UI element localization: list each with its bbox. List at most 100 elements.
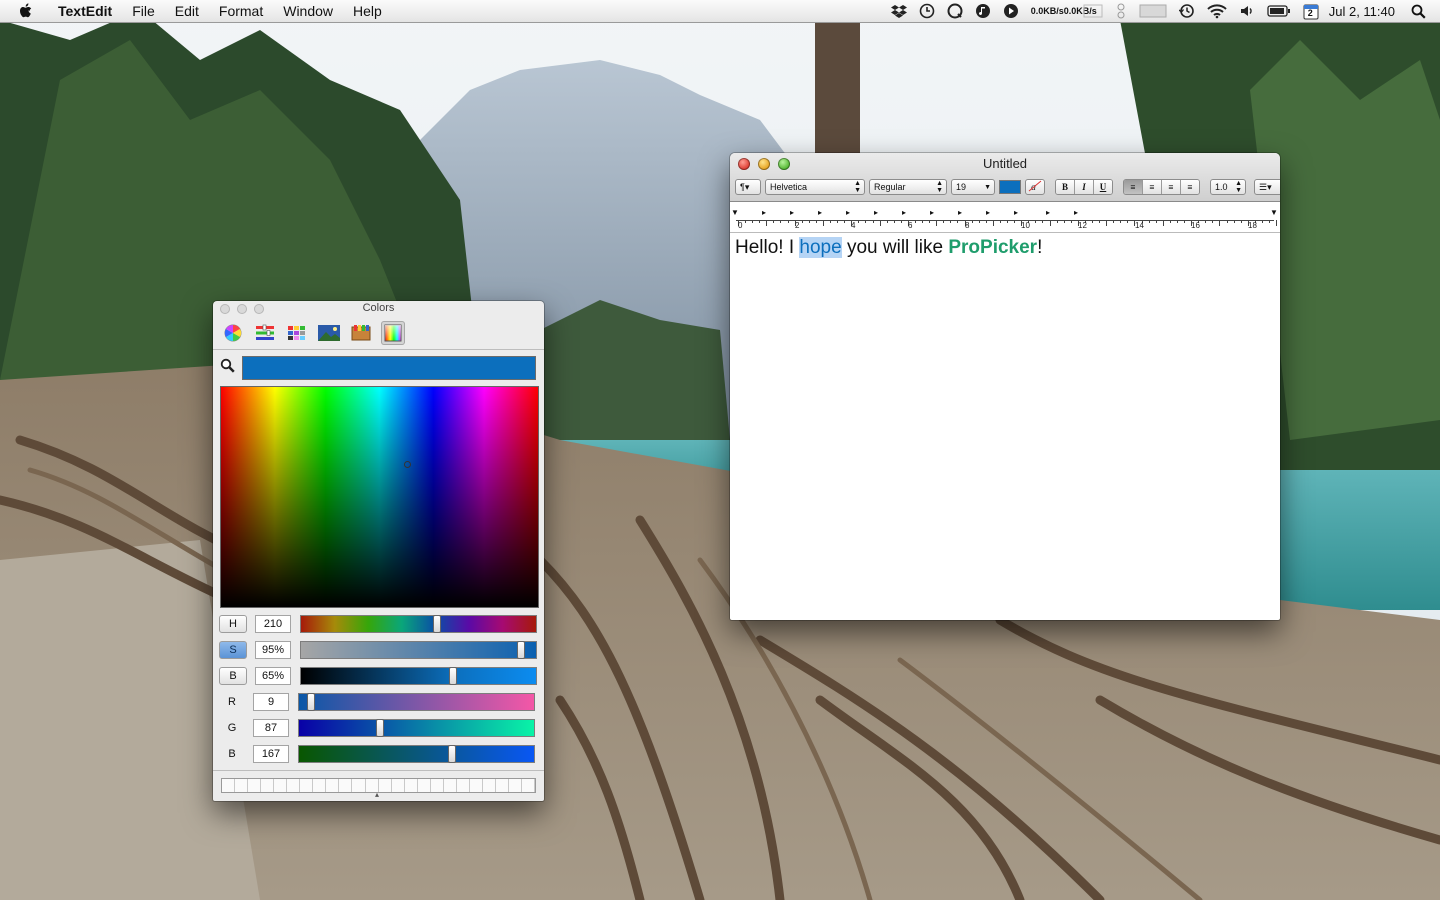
tab-stop-icon[interactable]: ▸ xyxy=(874,208,878,217)
brightness-slider[interactable] xyxy=(300,667,537,685)
swatch-slot[interactable] xyxy=(522,779,536,792)
line-spacing-popup[interactable]: 1.0 ▲ ▼ xyxy=(1210,179,1246,195)
tab-stop-icon[interactable]: ▸ xyxy=(762,208,766,217)
saturation-value-field[interactable]: 95% xyxy=(255,641,291,659)
saturation-slider-thumb[interactable] xyxy=(517,641,525,659)
swatch-slot[interactable] xyxy=(287,779,301,792)
tab-stop-icon[interactable]: ▸ xyxy=(902,208,906,217)
swatch-slot[interactable] xyxy=(496,779,510,792)
red-slider[interactable] xyxy=(298,693,535,711)
tab-stop-icon[interactable]: ▸ xyxy=(846,208,850,217)
color-sliders-tab[interactable] xyxy=(253,321,277,345)
swatch-slot[interactable] xyxy=(248,779,262,792)
font-style-popup[interactable]: Regular ▲ ▼ xyxy=(869,179,947,195)
swatch-slot[interactable] xyxy=(313,779,327,792)
hue-slider-thumb[interactable] xyxy=(433,615,441,633)
time-machine-icon[interactable] xyxy=(1178,3,1195,19)
tab-stop-icon[interactable]: ▸ xyxy=(986,208,990,217)
font-family-popup[interactable]: Helvetica ▲ ▼ xyxy=(765,179,865,195)
align-justify-button[interactable]: ≡ xyxy=(1181,180,1199,194)
bold-button[interactable]: B xyxy=(1056,180,1075,194)
tab-stop-icon[interactable]: ▸ xyxy=(818,208,822,217)
swatch-slot[interactable] xyxy=(326,779,340,792)
menu-help[interactable]: Help xyxy=(343,0,392,22)
italic-button[interactable]: I xyxy=(1075,180,1094,194)
wifi-icon[interactable] xyxy=(1207,3,1227,19)
color-palettes-tab[interactable] xyxy=(285,321,309,345)
hue-value-field[interactable]: 210 xyxy=(255,615,291,633)
highlight-color-button[interactable]: a xyxy=(1025,179,1045,195)
blue-slider[interactable] xyxy=(298,745,535,763)
magnifier-icon[interactable] xyxy=(220,358,235,376)
swatch-slot[interactable] xyxy=(405,779,418,792)
document-text-area[interactable]: Hello! I hope you will like ProPicker! xyxy=(730,233,1280,263)
spectrum-cursor[interactable] xyxy=(404,461,411,468)
swatch-slot[interactable] xyxy=(483,779,496,792)
font-size-field[interactable]: 19 ▼ xyxy=(951,179,995,195)
color-wheel-tab[interactable] xyxy=(221,321,245,345)
swatch-slot[interactable] xyxy=(352,779,366,792)
apple-menu-icon[interactable] xyxy=(18,2,34,20)
red-slider-thumb[interactable] xyxy=(307,693,315,711)
display-meter-icon[interactable] xyxy=(1139,3,1167,19)
tab-stop-icon[interactable]: ▸ xyxy=(930,208,934,217)
quicksilver-icon[interactable] xyxy=(947,3,963,19)
list-bullets-popup[interactable]: ☰▾ xyxy=(1254,179,1280,195)
image-palettes-tab[interactable] xyxy=(317,321,341,345)
crayons-tab[interactable] xyxy=(349,321,373,345)
swatch-slot[interactable] xyxy=(274,779,288,792)
tab-stop-icon[interactable]: ▸ xyxy=(1074,208,1078,217)
swatch-slot[interactable] xyxy=(392,779,405,792)
music-icon[interactable] xyxy=(975,3,991,19)
brightness-label-button[interactable]: B xyxy=(219,667,247,685)
battery-icon[interactable] xyxy=(1267,4,1291,18)
swatch-slot[interactable] xyxy=(457,779,470,792)
swatch-slot[interactable] xyxy=(300,779,314,792)
blue-slider-thumb[interactable] xyxy=(448,745,456,763)
saturation-slider[interactable] xyxy=(300,641,537,659)
drawer-grip-icon[interactable]: ▴ xyxy=(375,790,379,799)
menu-app-name[interactable]: TextEdit xyxy=(48,0,122,22)
spectrum-tab[interactable] xyxy=(381,321,405,345)
green-value-field[interactable]: 87 xyxy=(253,719,289,737)
red-value-field[interactable]: 9 xyxy=(253,693,289,711)
calendar-icon[interactable]: 2 xyxy=(1303,3,1319,20)
dropbox-icon[interactable] xyxy=(890,4,907,18)
right-margin-marker-icon[interactable]: ▼ xyxy=(1270,208,1278,217)
memory-meter-icon[interactable] xyxy=(1115,3,1127,19)
current-color-well[interactable] xyxy=(242,356,536,380)
menu-file[interactable]: File xyxy=(122,0,165,22)
align-right-button[interactable]: ≡ xyxy=(1162,180,1181,194)
blue-value-field[interactable]: 167 xyxy=(253,745,289,763)
menubar-clock[interactable]: Jul 2, 11:40 xyxy=(1329,4,1395,19)
swatch-slot[interactable] xyxy=(431,779,444,792)
green-slider-thumb[interactable] xyxy=(376,719,384,737)
menu-window[interactable]: Window xyxy=(273,0,343,22)
timer-icon[interactable] xyxy=(919,3,935,19)
cpu-meter-icon[interactable] xyxy=(1083,3,1103,19)
tab-stop-icon[interactable]: ▸ xyxy=(1014,208,1018,217)
text-color-button[interactable] xyxy=(999,180,1021,194)
tab-stop-icon[interactable]: ▸ xyxy=(1046,208,1050,217)
paragraph-styles-popup[interactable]: ¶▾ xyxy=(735,179,761,195)
swatch-slot[interactable] xyxy=(444,779,457,792)
spotlight-search-icon[interactable] xyxy=(1411,4,1426,19)
swatch-slot[interactable] xyxy=(379,779,392,792)
hue-label-button[interactable]: H xyxy=(219,615,247,633)
swatch-slot[interactable] xyxy=(418,779,431,792)
brightness-slider-thumb[interactable] xyxy=(449,667,457,685)
selected-text[interactable]: hope xyxy=(799,237,842,258)
hue-slider[interactable] xyxy=(300,615,537,633)
play-icon[interactable] xyxy=(1003,3,1019,19)
ruler[interactable]: ▼ ▼ ▸ ▸ ▸ ▸ ▸ ▸ ▸ ▸ ▸ ▸ ▸ ▸ 0 2 4 6 8 10… xyxy=(730,202,1280,233)
menu-edit[interactable]: Edit xyxy=(165,0,209,22)
tab-stop-icon[interactable]: ▸ xyxy=(790,208,794,217)
left-margin-marker-icon[interactable]: ▼ xyxy=(731,208,739,217)
menu-format[interactable]: Format xyxy=(209,0,273,22)
swatch-slot[interactable] xyxy=(261,779,275,792)
volume-icon[interactable] xyxy=(1239,3,1255,19)
swatch-slot[interactable] xyxy=(470,779,483,792)
brightness-value-field[interactable]: 65% xyxy=(255,667,291,685)
color-spectrum[interactable] xyxy=(220,386,539,608)
swatch-slot[interactable] xyxy=(339,779,353,792)
